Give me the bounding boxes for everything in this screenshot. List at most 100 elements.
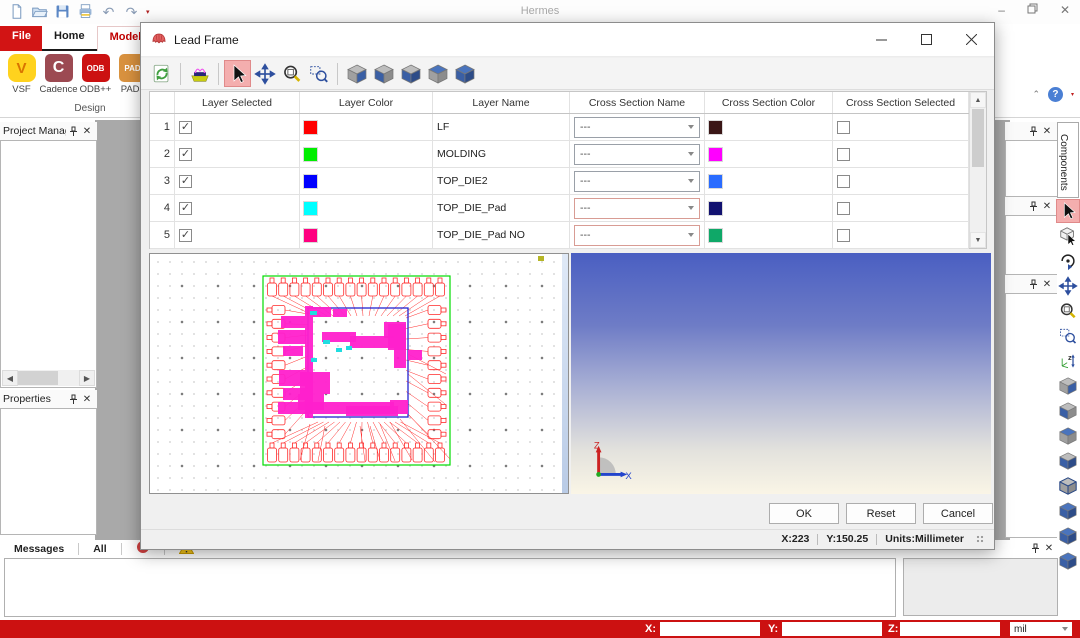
cross-section-color-swatch[interactable] bbox=[709, 121, 722, 134]
tab-messages[interactable]: Messages bbox=[0, 543, 78, 555]
cross-section-selected-checkbox[interactable] bbox=[837, 175, 850, 188]
close-icon[interactable]: ✕ bbox=[80, 124, 94, 138]
pin-icon[interactable] bbox=[1026, 277, 1040, 291]
view-cube-iso-icon[interactable] bbox=[452, 61, 477, 86]
view-cube-2-icon[interactable] bbox=[1057, 400, 1079, 422]
table-scrollbar[interactable]: ▲ ▼ bbox=[969, 92, 986, 248]
cross-section-selected-checkbox[interactable] bbox=[837, 148, 850, 161]
y-input[interactable] bbox=[782, 622, 882, 636]
zoom-icon[interactable] bbox=[1057, 300, 1079, 322]
close-icon[interactable]: ✕ bbox=[80, 392, 94, 406]
select-3d-icon[interactable] bbox=[1057, 225, 1079, 247]
view-cube-5-icon[interactable] bbox=[1057, 475, 1079, 497]
resize-grip[interactable] bbox=[976, 535, 984, 543]
tab-home[interactable]: Home bbox=[42, 26, 97, 51]
scroll-left-icon[interactable]: ◀ bbox=[2, 370, 18, 386]
pin-icon[interactable] bbox=[1026, 124, 1040, 138]
pin-icon[interactable] bbox=[66, 392, 80, 406]
zoom-window-icon[interactable] bbox=[306, 61, 331, 86]
layer-color-swatch[interactable] bbox=[304, 229, 317, 242]
help-dropdown-icon[interactable]: ▾ bbox=[1071, 91, 1074, 98]
main-minimize-button[interactable]: – bbox=[998, 3, 1005, 18]
layer-selected-checkbox[interactable] bbox=[179, 229, 192, 242]
view-cube-3-icon[interactable] bbox=[398, 61, 423, 86]
cross-section-color-swatch[interactable] bbox=[709, 148, 722, 161]
layer-selected-checkbox[interactable] bbox=[179, 148, 192, 161]
main-restore-button[interactable] bbox=[1027, 3, 1038, 18]
main-close-button[interactable]: ✕ bbox=[1060, 3, 1070, 18]
cross-section-selected-checkbox[interactable] bbox=[837, 202, 850, 215]
zoom-window-icon[interactable] bbox=[1057, 325, 1079, 347]
ribbon-item-cadence[interactable]: C Cadence bbox=[42, 54, 75, 95]
help-icon[interactable]: ? bbox=[1048, 87, 1063, 102]
view-cube-2-icon[interactable] bbox=[371, 61, 396, 86]
cross-section-color-swatch[interactable] bbox=[709, 202, 722, 215]
pin-icon[interactable] bbox=[1028, 542, 1042, 556]
cross-section-color-swatch[interactable] bbox=[709, 175, 722, 188]
view-cube-6-icon[interactable] bbox=[1057, 500, 1079, 522]
pin-icon[interactable] bbox=[1026, 199, 1040, 213]
cross-section-dropdown[interactable]: --- bbox=[574, 198, 700, 219]
dialog-close-button[interactable] bbox=[949, 23, 994, 56]
dialog-minimize-button[interactable] bbox=[859, 23, 904, 56]
scroll-up-icon[interactable]: ▲ bbox=[970, 92, 986, 108]
scroll-right-icon[interactable]: ▶ bbox=[79, 370, 95, 386]
collapse-ribbon-icon[interactable]: ⌃ bbox=[1032, 89, 1040, 100]
close-icon[interactable]: ✕ bbox=[1042, 542, 1056, 556]
dialog-maximize-button[interactable] bbox=[904, 23, 949, 56]
messages-output[interactable] bbox=[4, 558, 896, 617]
cross-section-selected-checkbox[interactable] bbox=[837, 229, 850, 242]
view-cube-4-icon[interactable] bbox=[1057, 450, 1079, 472]
z-axis-icon[interactable]: z bbox=[1057, 350, 1079, 372]
reset-button[interactable]: Reset bbox=[846, 503, 916, 524]
scroll-down-icon[interactable]: ▼ bbox=[970, 232, 986, 248]
pan-icon[interactable] bbox=[1057, 275, 1079, 297]
view-cube-1-icon[interactable] bbox=[344, 61, 369, 86]
components-tab[interactable]: Components bbox=[1057, 122, 1079, 198]
cross-section-dropdown[interactable]: --- bbox=[574, 144, 700, 165]
view2d-scrollbar[interactable] bbox=[562, 254, 568, 493]
ribbon-item-vsf[interactable]: V VSF bbox=[5, 54, 38, 95]
pan-icon[interactable] bbox=[252, 61, 277, 86]
cross-section-dropdown[interactable]: --- bbox=[574, 117, 700, 138]
x-input[interactable] bbox=[660, 622, 760, 636]
vscroll-thumb[interactable] bbox=[972, 109, 984, 167]
molding-icon[interactable] bbox=[187, 61, 212, 86]
dialog-titlebar[interactable]: Lead Frame bbox=[141, 23, 994, 57]
cross-section-dropdown[interactable]: --- bbox=[574, 225, 700, 246]
layer-selected-checkbox[interactable] bbox=[179, 121, 192, 134]
view-cube-3-icon[interactable] bbox=[1057, 425, 1079, 447]
pin-icon[interactable] bbox=[66, 124, 80, 138]
tab-file[interactable]: File bbox=[0, 26, 42, 51]
zoom-icon[interactable] bbox=[279, 61, 304, 86]
z-input[interactable] bbox=[900, 622, 1000, 636]
layer-selected-checkbox[interactable] bbox=[179, 175, 192, 188]
cross-section-color-swatch[interactable] bbox=[709, 229, 722, 242]
layer-color-swatch[interactable] bbox=[304, 175, 317, 188]
reload-icon[interactable] bbox=[149, 61, 174, 86]
view-cube-4-icon[interactable] bbox=[425, 61, 450, 86]
close-icon[interactable]: ✕ bbox=[1040, 277, 1054, 291]
leadframe-3d-view[interactable]: Z X bbox=[571, 253, 991, 494]
select-cursor-icon[interactable] bbox=[225, 61, 250, 86]
ribbon-item-odb[interactable]: ODB ODB++ bbox=[79, 54, 112, 95]
unit-dropdown[interactable]: mil bbox=[1010, 622, 1072, 636]
layer-selected-checkbox[interactable] bbox=[179, 202, 192, 215]
close-icon[interactable]: ✕ bbox=[1040, 199, 1054, 213]
view-cube-1-icon[interactable] bbox=[1057, 375, 1079, 397]
hscroll-thumb[interactable] bbox=[18, 371, 58, 385]
layer-color-swatch[interactable] bbox=[304, 148, 317, 161]
leadframe-2d-view[interactable] bbox=[149, 253, 569, 494]
close-icon[interactable]: ✕ bbox=[1040, 124, 1054, 138]
cross-section-selected-checkbox[interactable] bbox=[837, 121, 850, 134]
layer-color-swatch[interactable] bbox=[304, 121, 317, 134]
cross-section-dropdown[interactable]: --- bbox=[574, 171, 700, 192]
ok-button[interactable]: OK bbox=[769, 503, 839, 524]
tab-all[interactable]: All bbox=[79, 543, 120, 555]
cancel-button[interactable]: Cancel bbox=[923, 503, 993, 524]
project-manager-hscrollbar[interactable]: ◀ ▶ bbox=[2, 370, 95, 386]
layer-color-swatch[interactable] bbox=[304, 202, 317, 215]
select-cursor-icon[interactable] bbox=[1057, 200, 1079, 222]
rotate-icon[interactable] bbox=[1057, 250, 1079, 272]
table-row: 2 MOLDING --- bbox=[150, 141, 969, 168]
